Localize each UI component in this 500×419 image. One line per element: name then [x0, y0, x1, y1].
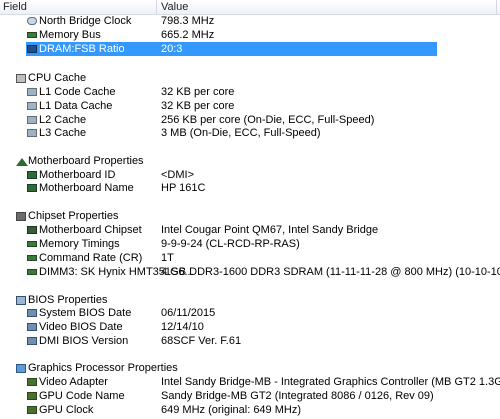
bios-icon — [27, 309, 37, 317]
list-item[interactable]: Memory Timings 9-9-9-24 (CL-RCD-RP-RAS) — [0, 238, 500, 251]
chipset-icon — [16, 212, 26, 221]
bios-icon — [27, 337, 37, 345]
motherboard-icon — [27, 171, 37, 179]
list-item[interactable]: L3 Cache 3 MB (On-Die, ECC, Full-Speed) — [0, 127, 500, 140]
memory-icon — [27, 241, 37, 247]
list-item[interactable]: DMI BIOS Version 68SCF Ver. F.61 — [0, 335, 500, 348]
field-value: 3 MB (On-Die, ECC, Full-Speed) — [161, 127, 321, 139]
gpu-icon — [27, 406, 37, 414]
field-label: Video BIOS Date — [39, 321, 123, 333]
section-title: Graphics Processor Properties — [28, 362, 178, 374]
motherboard-icon — [16, 158, 28, 166]
field-value: 68SCF Ver. F.61 — [161, 335, 242, 347]
gpu-icon — [27, 392, 37, 400]
field-column-header[interactable]: Field — [3, 1, 27, 13]
field-label: L1 Data Cache — [39, 100, 113, 112]
bios-icon — [27, 323, 37, 331]
field-label: L2 Cache — [39, 114, 87, 126]
section-motherboard[interactable]: Motherboard Properties — [0, 155, 500, 168]
ratio-icon — [27, 45, 37, 53]
section-chipset[interactable]: Chipset Properties — [0, 210, 500, 223]
list-item[interactable]: Motherboard Name HP 161C — [0, 182, 500, 195]
section-graphics[interactable]: Graphics Processor Properties — [0, 362, 500, 375]
list-item[interactable]: L1 Data Cache 32 KB per core — [0, 100, 500, 113]
field-label: North Bridge Clock — [39, 15, 132, 27]
clock-icon — [27, 17, 37, 25]
list-item[interactable]: Motherboard Chipset Intel Cougar Point Q… — [0, 224, 500, 237]
section-title: Chipset Properties — [28, 210, 119, 222]
list-item[interactable]: L2 Cache 256 KB per core (On-Die, ECC, F… — [0, 114, 500, 127]
field-value: HP 161C — [161, 182, 206, 194]
field-value: Intel Sandy Bridge-MB - Integrated Graph… — [161, 376, 500, 388]
section-title: BIOS Properties — [28, 294, 108, 306]
field-value: Intel Cougar Point QM67, Intel Sandy Bri… — [161, 224, 379, 236]
cpu-icon — [16, 74, 26, 83]
list-item[interactable]: Command Rate (CR) 1T — [0, 252, 500, 265]
field-value: 4 GB DDR3-1600 DDR3 SDRAM (11-11-11-28 @… — [161, 266, 500, 278]
list-item[interactable]: Video BIOS Date 12/14/10 — [0, 321, 500, 334]
memory-module-icon — [27, 269, 37, 275]
column-separator[interactable] — [156, 0, 157, 14]
cache-icon — [27, 88, 37, 96]
field-label: GPU Clock — [39, 404, 94, 416]
field-value: 9-9-9-24 (CL-RCD-RP-RAS) — [161, 238, 300, 250]
memory-bus-icon — [27, 32, 37, 38]
field-label: Motherboard Name — [39, 182, 134, 194]
section-title: CPU Cache — [28, 72, 87, 84]
cache-icon — [27, 116, 37, 124]
column-separator[interactable] — [496, 0, 497, 14]
list-item[interactable]: GPU Code Name Sandy Bridge-MB GT2 (Integ… — [0, 390, 500, 403]
field-value: 32 KB per core — [161, 86, 235, 98]
field-label: L3 Cache — [39, 127, 87, 139]
column-header: Field Value — [0, 0, 500, 15]
field-value: 798.3 MHz — [161, 15, 215, 27]
field-value: 649 MHz (original: 649 MHz) — [161, 404, 301, 416]
list-item[interactable]: North Bridge Clock 798.3 MHz — [0, 15, 500, 28]
field-label: GPU Code Name — [39, 390, 125, 402]
field-value: 12/14/10 — [161, 321, 204, 333]
list-item-selected[interactable]: DRAM:FSB Ratio 20:3 — [0, 43, 500, 56]
video-adapter-icon — [27, 378, 37, 386]
field-value: 20:3 — [161, 43, 183, 55]
field-label: DRAM:FSB Ratio — [39, 43, 125, 55]
section-title: Motherboard Properties — [28, 155, 144, 167]
field-value: 06/11/2015 — [161, 307, 216, 319]
field-value: 665.2 MHz — [161, 29, 215, 41]
list-item[interactable]: System BIOS Date 06/11/2015 — [0, 307, 500, 320]
field-label: Motherboard Chipset — [39, 224, 142, 236]
list-item[interactable]: Memory Bus 665.2 MHz — [0, 29, 500, 42]
cache-icon — [27, 102, 37, 110]
field-value: 256 KB per core (On-Die, ECC, Full-Speed… — [161, 114, 375, 126]
field-label: DMI BIOS Version — [39, 335, 129, 347]
bios-icon — [16, 296, 26, 305]
cache-icon — [27, 129, 37, 137]
field-value: Sandy Bridge-MB GT2 (Integrated 8086 / 0… — [161, 390, 434, 402]
chip-icon — [27, 226, 37, 234]
graphics-card-icon — [16, 364, 26, 373]
field-label: System BIOS Date — [39, 307, 132, 319]
field-value: <DMI> — [161, 169, 195, 181]
list-item[interactable]: GPU Clock 649 MHz (original: 649 MHz) — [0, 404, 500, 417]
field-label: Memory Timings — [39, 238, 120, 250]
field-label: Memory Bus — [39, 29, 101, 41]
field-label: Motherboard ID — [39, 169, 116, 181]
list-item[interactable]: Motherboard ID <DMI> — [0, 169, 500, 182]
value-column-header[interactable]: Value — [161, 1, 188, 13]
section-cpu-cache[interactable]: CPU Cache — [0, 72, 500, 85]
field-label: Video Adapter — [39, 376, 108, 388]
motherboard-icon — [27, 184, 37, 192]
list-item[interactable]: Video Adapter Intel Sandy Bridge-MB - In… — [0, 376, 500, 389]
field-label: Command Rate (CR) — [39, 252, 143, 264]
field-label: L1 Code Cache — [39, 86, 116, 98]
field-value: 1T — [161, 252, 174, 264]
field-value: 32 KB per core — [161, 100, 235, 112]
list-item[interactable]: L1 Code Cache 32 KB per core — [0, 86, 500, 99]
section-bios[interactable]: BIOS Properties — [0, 294, 500, 307]
memory-icon — [27, 255, 37, 261]
list-item[interactable]: DIMM3: SK Hynix HMT351S6... 4 GB DDR3-16… — [0, 266, 500, 279]
